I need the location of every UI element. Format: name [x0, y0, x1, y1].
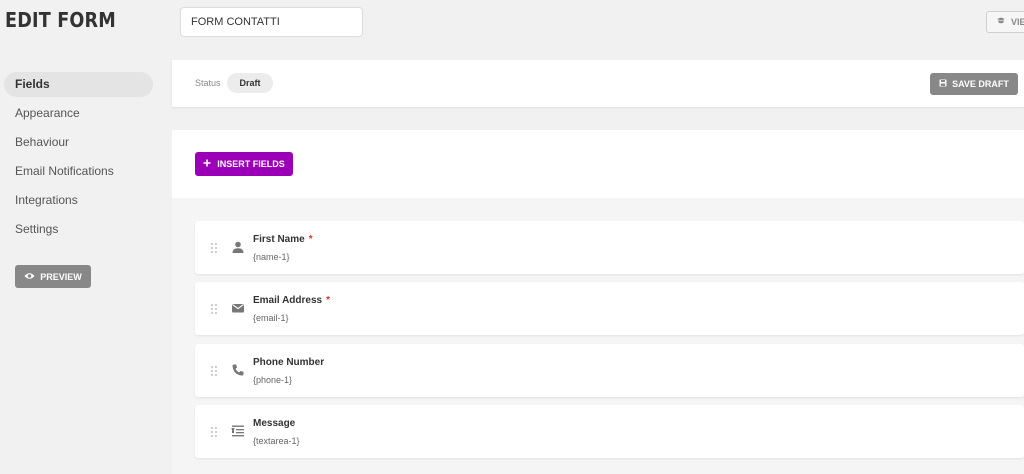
sidebar-item-email-notifications[interactable]: Email Notifications	[4, 159, 153, 184]
sidebar-item-settings[interactable]: Settings	[4, 217, 153, 242]
save-icon	[939, 79, 947, 89]
sidebar-item-behaviour[interactable]: Behaviour	[4, 130, 153, 155]
field-label: Email Address *	[253, 295, 331, 306]
field-tag: {name-1}	[253, 252, 290, 262]
phone-icon	[231, 363, 245, 377]
field-label: Phone Number	[253, 357, 325, 368]
field-row-message[interactable]: Message {textarea-1}	[195, 405, 1024, 458]
field-label: Message	[253, 418, 296, 429]
sidebar-item-appearance[interactable]: Appearance	[4, 101, 153, 126]
drag-handle-icon[interactable]	[210, 364, 218, 377]
status-bar: Status Draft SAVE DRAFT	[172, 60, 1024, 107]
field-tag: {email-1}	[253, 313, 289, 323]
drag-handle-icon[interactable]	[210, 302, 218, 315]
sidebar-item-fields[interactable]: Fields	[4, 72, 153, 97]
form-name-input[interactable]	[180, 7, 363, 37]
insert-fields-button[interactable]: INSERT FIELDS	[195, 152, 293, 176]
field-label: First Name *	[253, 234, 313, 245]
sidebar-item-integrations[interactable]: Integrations	[4, 188, 153, 213]
preview-button-label: PREVIEW	[40, 271, 82, 282]
field-row-phone-number[interactable]: Phone Number {phone-1}	[195, 344, 1024, 397]
view-button-label: VIE	[1011, 17, 1024, 27]
field-tag: {textarea-1}	[253, 436, 300, 446]
envelope-icon	[231, 301, 245, 315]
status-label: Status	[195, 78, 221, 88]
save-draft-button[interactable]: SAVE DRAFT	[930, 73, 1018, 95]
page-title: EDIT FORM	[5, 8, 116, 32]
field-row-first-name[interactable]: First Name * {name-1}	[195, 221, 1024, 274]
sidebar-nav: Fields Appearance Behaviour Email Notifi…	[0, 72, 160, 246]
status-badge: Draft	[227, 73, 273, 93]
eye-icon	[24, 272, 35, 282]
person-icon	[231, 240, 245, 254]
required-mark: *	[326, 295, 331, 306]
drag-handle-icon[interactable]	[210, 425, 218, 438]
view-icon	[996, 17, 1006, 27]
builder-toolbar: INSERT FIELDS	[172, 130, 1024, 198]
app-window: EDIT FORM VIE Fields Appearance Behaviou…	[0, 0, 1024, 474]
required-mark: *	[308, 234, 313, 245]
preview-button[interactable]: PREVIEW	[15, 265, 91, 288]
text-lines-icon	[231, 424, 245, 438]
save-draft-label: SAVE DRAFT	[952, 79, 1009, 89]
field-row-email-address[interactable]: Email Address * {email-1}	[195, 282, 1024, 335]
insert-fields-label: INSERT FIELDS	[217, 159, 285, 169]
plus-icon	[203, 159, 211, 169]
drag-handle-icon[interactable]	[210, 241, 218, 254]
field-tag: {phone-1}	[253, 375, 293, 385]
view-button[interactable]: VIE	[986, 11, 1024, 33]
